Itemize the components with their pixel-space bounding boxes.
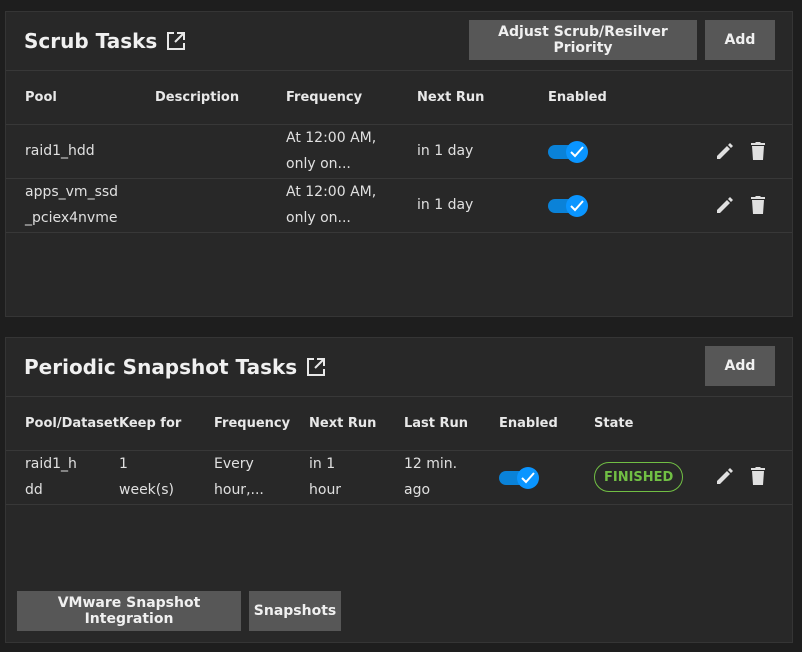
delete-icon[interactable] [747,465,769,487]
col-pool[interactable]: Pool [25,90,57,105]
pencil-icon[interactable] [714,140,736,162]
col-next-run[interactable]: Next Run [309,416,376,431]
scrub-tasks-title-wrap: Scrub Tasks [24,29,186,53]
pool-name: apps_vm_ssd [25,184,119,200]
frequency-cell: At 12:00 AM, only on... [286,179,376,231]
check-icon [566,195,588,217]
snapshot-tasks-header: Periodic Snapshot Tasks Add [6,338,792,397]
next-run-line: in 1 [309,456,336,472]
snapshot-tasks-card: Periodic Snapshot Tasks Add Pool/Dataset… [5,337,793,643]
col-enabled[interactable]: Enabled [548,90,607,105]
next-run-cell: in 1 hour [309,451,341,503]
pencil-icon[interactable] [714,465,736,487]
delete-icon[interactable] [747,140,769,162]
snapshot-tasks-title: Periodic Snapshot Tasks [24,355,298,379]
frequency-line: At 12:00 AM, [286,130,377,146]
col-keep-for[interactable]: Keep for [119,416,181,431]
frequency-cell: At 12:00 AM, only on... [286,125,376,177]
frequency-line: At 12:00 AM, [286,184,377,200]
enabled-toggle[interactable] [548,141,588,163]
pencil-icon[interactable] [714,194,736,216]
col-enabled[interactable]: Enabled [499,416,558,431]
scrub-add-button[interactable]: Add [705,20,775,60]
enabled-toggle[interactable] [499,467,539,489]
frequency-cell: Every hour,... [214,451,264,503]
check-icon [517,467,539,489]
frequency-line: hour,... [214,482,264,498]
table-row: raid1_hdd At 12:00 AM, only on... in 1 d… [6,125,792,179]
col-frequency[interactable]: Frequency [214,416,290,431]
open-in-new-icon[interactable] [306,357,326,377]
snapshot-add-button[interactable]: Add [705,346,775,386]
next-run-cell: in 1 day [417,197,474,213]
pool-dataset-line: raid1_h [25,456,77,472]
pool-cell: apps_vm_ssd _pciex4nvme [25,179,118,231]
table-row: raid1_h dd 1 week(s) Every hour,... in 1… [6,451,792,505]
enabled-toggle[interactable] [548,195,588,217]
pool-name: raid1_hdd [25,143,95,159]
frequency-line: only on... [286,156,351,172]
table-row: apps_vm_ssd _pciex4nvme At 12:00 AM, onl… [6,179,792,233]
pool-dataset-cell: raid1_h dd [25,451,77,503]
state-badge[interactable]: FINISHED [594,462,684,492]
next-run-line: hour [309,482,342,498]
pool-name: _pciex4nvme [25,210,118,226]
pool-cell: raid1_hdd [25,138,95,164]
frequency-line: Every [214,456,254,472]
last-run-cell: 12 min. ago [404,451,457,503]
col-next-run[interactable]: Next Run [417,90,484,105]
check-icon [566,141,588,163]
adjust-scrub-priority-button[interactable]: Adjust Scrub/Resilver Priority [469,20,697,60]
last-run-line: 12 min. [404,456,458,472]
vmware-snapshot-integration-button[interactable]: VMware Snapshot Integration [17,591,241,631]
open-in-new-icon[interactable] [166,31,186,51]
scrub-tasks-header: Scrub Tasks Adjust Scrub/Resilver Priori… [6,12,792,71]
col-frequency[interactable]: Frequency [286,90,362,105]
scrub-tasks-title: Scrub Tasks [24,29,158,53]
keep-for-cell: 1 week(s) [119,451,174,503]
delete-icon[interactable] [747,194,769,216]
scrub-tasks-card: Scrub Tasks Adjust Scrub/Resilver Priori… [5,11,793,317]
scrub-table-header: Pool Description Frequency Next Run Enab… [6,70,792,125]
pool-dataset-line: dd [25,482,43,498]
last-run-line: ago [404,482,431,498]
frequency-line: only on... [286,210,351,226]
keep-for-line: week(s) [119,482,175,498]
col-pool-dataset[interactable]: Pool/Dataset [25,416,119,431]
next-run-cell: in 1 day [417,143,474,159]
col-last-run[interactable]: Last Run [404,416,468,431]
col-state[interactable]: State [594,416,633,431]
col-description[interactable]: Description [155,90,239,105]
snapshot-tasks-title-wrap: Periodic Snapshot Tasks [24,355,326,379]
snapshots-button[interactable]: Snapshots [249,591,341,631]
snapshot-table-header: Pool/Dataset Keep for Frequency Next Run… [6,396,792,451]
keep-for-line: 1 [119,456,128,472]
